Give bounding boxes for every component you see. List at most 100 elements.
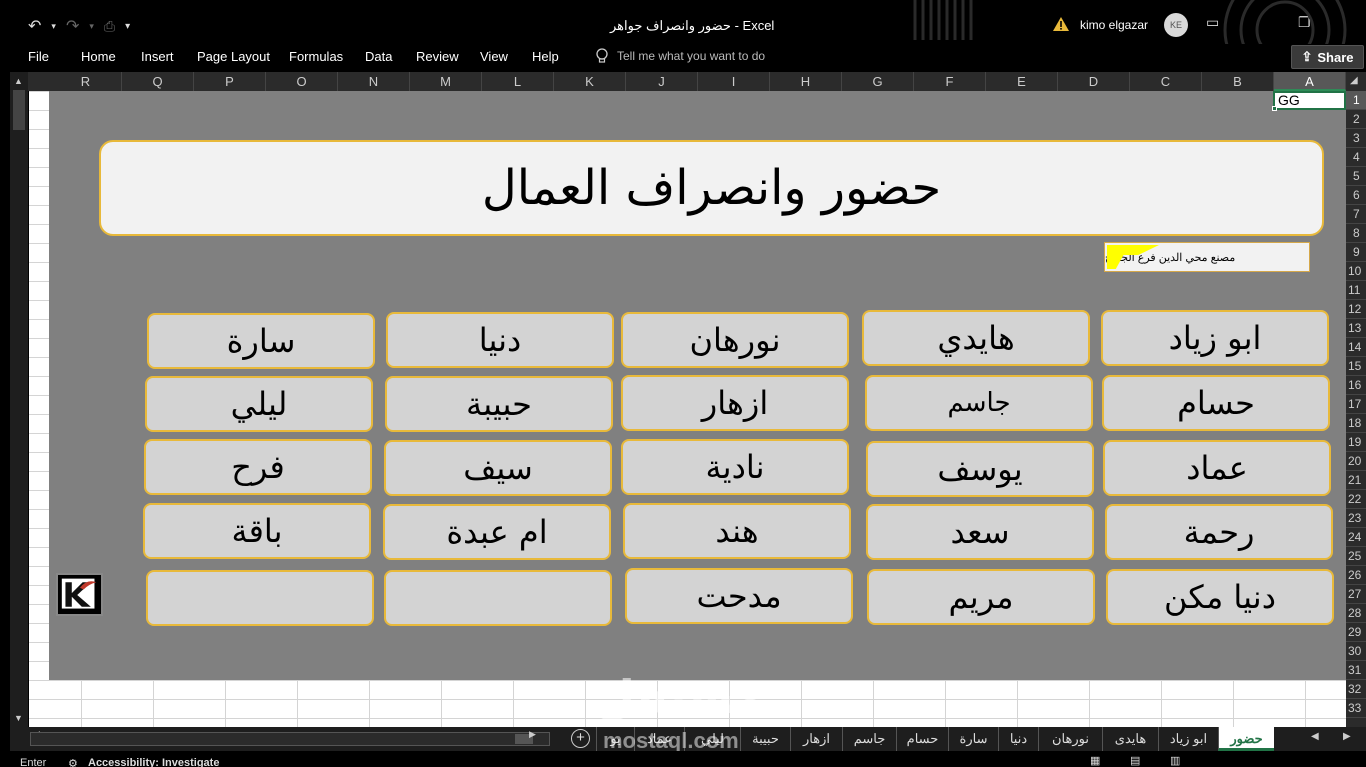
user-name[interactable]: kimo elgazar [1080, 18, 1148, 32]
k-logo[interactable] [56, 573, 103, 616]
employee-button-medhat[interactable]: مدحت [625, 568, 853, 624]
employee-button-habiba[interactable]: حبيبة [385, 376, 613, 432]
column-header-a[interactable]: A [1274, 72, 1346, 91]
row-header[interactable]: 15 [1346, 357, 1366, 376]
column-header-j[interactable]: J [626, 72, 698, 91]
row-header[interactable]: 31 [1346, 661, 1366, 680]
scroll-down-icon[interactable]: ▼ [14, 713, 23, 723]
row-header[interactable]: 24 [1346, 528, 1366, 547]
tab-insert[interactable]: Insert [141, 49, 174, 64]
scroll-right-icon[interactable]: ▶ [529, 729, 536, 740]
employee-button-haidi[interactable]: هايدي [862, 310, 1090, 366]
column-header-k[interactable]: K [554, 72, 626, 91]
sheet-tab[interactable]: ابو زياد [1158, 727, 1218, 751]
sheet-tab[interactable]: نورهان [1038, 727, 1102, 751]
tab-file[interactable]: File [28, 49, 49, 64]
row-header[interactable]: 1 [1346, 91, 1366, 110]
row-header[interactable]: 25 [1346, 547, 1366, 566]
column-header-o[interactable]: O [266, 72, 338, 91]
row-header[interactable]: 19 [1346, 433, 1366, 452]
employee-button-jassem[interactable]: جاسم [865, 375, 1093, 431]
row-header[interactable]: 5 [1346, 167, 1366, 186]
accessibility-icon[interactable]: ⚙ [68, 757, 78, 767]
warning-icon[interactable] [1052, 16, 1070, 32]
row-header[interactable]: 10 [1346, 262, 1366, 281]
row-header[interactable]: 21 [1346, 471, 1366, 490]
fill-handle[interactable] [1272, 106, 1277, 111]
page-break-view-icon[interactable]: ▥ [1170, 754, 1180, 767]
employee-button-emad[interactable]: عماد [1103, 440, 1331, 496]
employee-button-empty[interactable] [146, 570, 374, 626]
column-header-b[interactable]: B [1202, 72, 1274, 91]
row-header[interactable]: 12 [1346, 300, 1366, 319]
row-header[interactable]: 4 [1346, 148, 1366, 167]
sheet-tab[interactable]: دنيا [998, 727, 1038, 751]
tab-review[interactable]: Review [416, 49, 459, 64]
row-header[interactable]: 2 [1346, 110, 1366, 129]
column-header-m[interactable]: M [410, 72, 482, 91]
employee-button-hind[interactable]: هند [623, 503, 851, 559]
column-header-n[interactable]: N [338, 72, 410, 91]
tab-page-layout[interactable]: Page Layout [197, 49, 270, 64]
column-header-r[interactable]: R [50, 72, 122, 91]
tab-home[interactable]: Home [81, 49, 116, 64]
accessibility-status[interactable]: Accessibility: Investigate [88, 757, 219, 767]
employee-button-baqa[interactable]: باقة [143, 503, 371, 559]
sheet-tab[interactable]: هايدى [1102, 727, 1158, 751]
restore-icon[interactable]: ❐ [1298, 14, 1311, 31]
employee-button-saad[interactable]: سعد [866, 504, 1094, 560]
column-header-f[interactable]: F [914, 72, 986, 91]
employee-button-farah[interactable]: فرح [144, 439, 372, 495]
row-header[interactable]: 18 [1346, 414, 1366, 433]
column-header-l[interactable]: L [482, 72, 554, 91]
row-header[interactable]: 26 [1346, 566, 1366, 585]
column-header-e[interactable]: E [986, 72, 1058, 91]
employee-button-hossam[interactable]: حسام [1102, 375, 1330, 431]
row-header[interactable]: 8 [1346, 224, 1366, 243]
employee-button-nadia[interactable]: نادية [621, 439, 849, 495]
row-header[interactable]: 14 [1346, 338, 1366, 357]
tab-data[interactable]: Data [365, 49, 392, 64]
tab-scroll-prev-icon[interactable]: ◀ [1311, 731, 1319, 742]
horizontal-scrollbar[interactable] [30, 732, 550, 746]
row-header[interactable]: 6 [1346, 186, 1366, 205]
column-header-g[interactable]: G [842, 72, 914, 91]
print-preview-icon[interactable]: ⎙ [104, 18, 115, 35]
employee-button-nourhan[interactable]: نورهان [621, 312, 849, 368]
employee-button-empty[interactable] [384, 570, 612, 626]
column-header-p[interactable]: P [194, 72, 266, 91]
employee-button-sara[interactable]: سارة [147, 313, 375, 369]
row-header[interactable]: 20 [1346, 452, 1366, 471]
share-button[interactable]: ⇪ Share [1291, 45, 1364, 69]
row-header[interactable]: 9 [1346, 243, 1366, 262]
scroll-thumb[interactable] [13, 90, 25, 130]
employee-button-rahma[interactable]: رحمة [1105, 504, 1333, 560]
tab-help[interactable]: Help [532, 49, 559, 64]
tab-scroll-next-icon[interactable]: ▶ [1343, 731, 1351, 742]
avatar[interactable]: KE [1164, 13, 1188, 37]
ribbon-display-options-icon[interactable]: ▭ [1206, 14, 1219, 31]
column-header-c[interactable]: C [1130, 72, 1202, 91]
redo-dropdown-icon[interactable]: ▾ [89, 21, 94, 32]
sheet-tab[interactable]: حسام [896, 727, 948, 751]
row-header[interactable]: 30 [1346, 642, 1366, 661]
redo-icon[interactable]: ↷ [66, 16, 79, 36]
employee-button-seif[interactable]: سيف [384, 440, 612, 496]
sheet-tab[interactable]: حبيبة [740, 727, 790, 751]
row-header[interactable]: 23 [1346, 509, 1366, 528]
employee-button-youssef[interactable]: يوسف [866, 441, 1094, 497]
row-header[interactable]: 13 [1346, 319, 1366, 338]
sheet-tab[interactable]: جاسم [842, 727, 896, 751]
sheet-tab[interactable]: ازهار [790, 727, 842, 751]
column-header-i[interactable]: I [698, 72, 770, 91]
row-header[interactable]: 16 [1346, 376, 1366, 395]
normal-view-icon[interactable]: ▦ [1090, 754, 1100, 767]
tab-view[interactable]: View [480, 49, 508, 64]
row-header[interactable]: 7 [1346, 205, 1366, 224]
tell-me-search[interactable]: Tell me what you want to do [595, 48, 765, 64]
row-header[interactable]: 11 [1346, 281, 1366, 300]
cell-a1[interactable]: GG [1272, 91, 1346, 111]
employee-button-azhar[interactable]: ازهار [621, 375, 849, 431]
row-header[interactable]: 29 [1346, 623, 1366, 642]
row-header[interactable]: 17 [1346, 395, 1366, 414]
